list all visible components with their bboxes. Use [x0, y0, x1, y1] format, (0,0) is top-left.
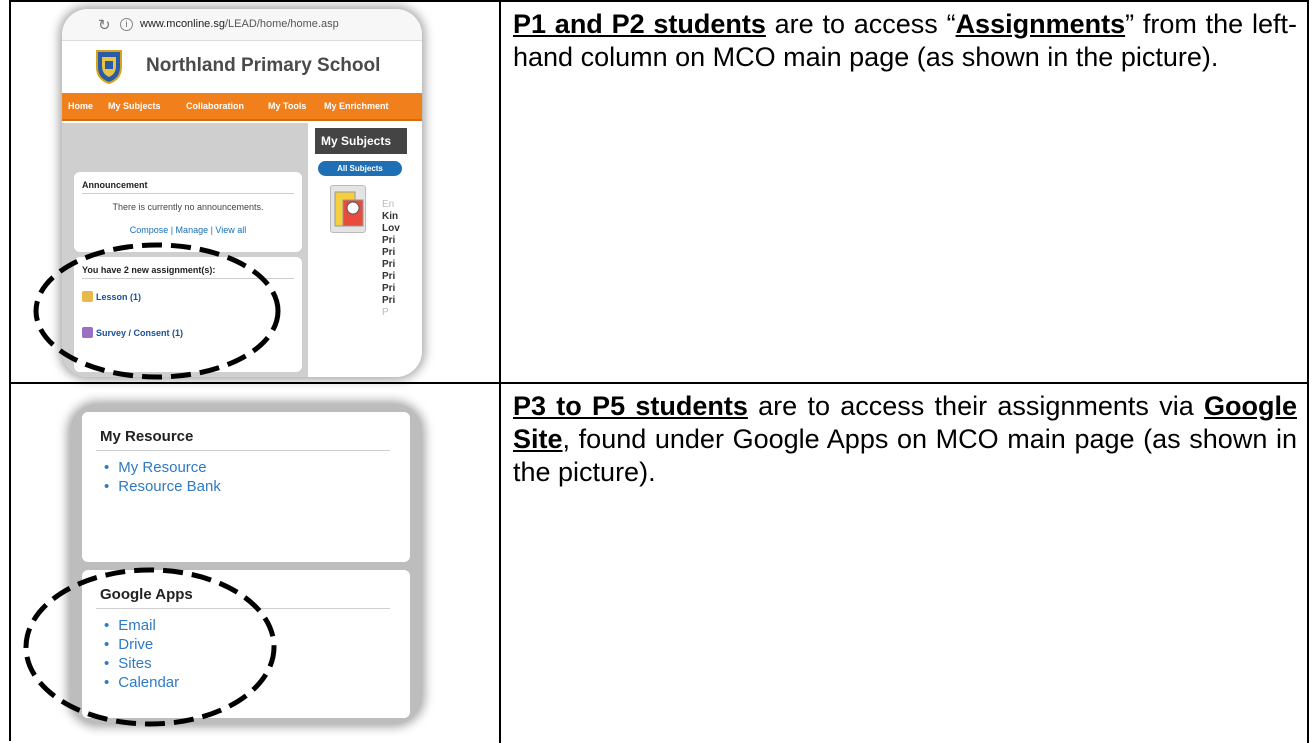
- google-apps-panel: Google Apps Email Drive Sites Calendar: [82, 570, 410, 718]
- subject-line: Pri: [382, 259, 396, 270]
- row2-text-a: are to access their assignments via: [747, 391, 1204, 421]
- google-apps-screenshot: My Resource My Resource Resource Bank Go…: [70, 404, 422, 724]
- google-apps-title: Google Apps: [100, 586, 193, 603]
- assignments-title: You have 2 new assignment(s):: [82, 265, 216, 275]
- my-resource-title: My Resource: [100, 428, 194, 445]
- divider: [96, 608, 390, 609]
- school-header: Northland Primary School: [62, 41, 422, 93]
- nav-my-enrichment[interactable]: My Enrichment: [324, 101, 389, 111]
- nav-my-tools[interactable]: My Tools: [268, 101, 306, 111]
- resource-link-resource-bank[interactable]: Resource Bank: [104, 477, 221, 496]
- app-link-drive[interactable]: Drive: [104, 635, 179, 654]
- announcement-panel: Announcement There is currently no annou…: [74, 172, 302, 252]
- assignment-lesson-label: Lesson (1): [96, 292, 142, 302]
- nav-my-subjects[interactable]: My Subjects: [108, 101, 161, 111]
- subject-line: Lov: [382, 223, 400, 234]
- mco-homepage-screenshot: ↻ i www.mconline.sg/LEAD/home/home.asp N…: [62, 9, 422, 377]
- url-path: /LEAD/home/home.asp: [224, 18, 339, 30]
- nav-collaboration[interactable]: Collaboration: [186, 101, 244, 111]
- reload-icon: ↻: [98, 17, 111, 34]
- row1-text-cell: P1 and P2 students are to access “Assign…: [501, 2, 1309, 384]
- info-icon: i: [120, 18, 133, 31]
- assignment-lesson-link[interactable]: Lesson (1): [82, 291, 141, 302]
- subject-line: Pri: [382, 247, 396, 258]
- row1-bold-term: Assignments: [955, 9, 1126, 39]
- lesson-icon: [82, 291, 93, 302]
- subject-book-icon: [330, 185, 366, 233]
- subject-list: En Kin Lov Pri Pri Pri Pri Pri Pri P: [382, 199, 400, 319]
- all-subjects-button[interactable]: All Subjects: [318, 161, 402, 176]
- app-link-email[interactable]: Email: [104, 616, 179, 635]
- announcement-links[interactable]: Compose | Manage | View all: [74, 225, 302, 235]
- assignment-survey-link[interactable]: Survey / Consent (1): [82, 327, 183, 338]
- announcement-text: There is currently no announcements.: [112, 202, 264, 212]
- resource-link-my-resource[interactable]: My Resource: [104, 458, 221, 477]
- row2-text-b: , found under Google Apps on MCO main pa…: [513, 424, 1297, 487]
- school-name: Northland Primary School: [146, 55, 381, 76]
- subject-line: Kin: [382, 211, 399, 222]
- address-url: www.mconline.sg/LEAD/home/home.asp: [140, 18, 339, 30]
- subject-line: Pri: [382, 283, 396, 294]
- subject-line: Pri: [382, 295, 396, 306]
- survey-icon: [82, 327, 93, 338]
- subject-line: Pri: [382, 271, 396, 282]
- browser-address-bar: ↻ i www.mconline.sg/LEAD/home/home.asp: [62, 9, 422, 41]
- row2-lead: P3 to P5 students: [513, 391, 748, 421]
- row1-text-a: are to access “: [765, 9, 956, 39]
- school-crest-icon: [96, 50, 122, 85]
- my-resource-panel: My Resource My Resource Resource Bank: [82, 412, 410, 562]
- row2-text-cell: P3 to P5 students are to access their as…: [501, 384, 1309, 743]
- divider: [96, 450, 390, 451]
- google-apps-list: Email Drive Sites Calendar: [104, 616, 179, 692]
- divider: [82, 193, 294, 194]
- row1-lead: P1 and P2 students: [513, 9, 766, 39]
- tab-my-subjects[interactable]: My Subjects: [315, 128, 407, 154]
- subject-line: P: [382, 307, 389, 318]
- assignments-panel: You have 2 new assignment(s): Lesson (1)…: [74, 257, 302, 372]
- app-link-sites[interactable]: Sites: [104, 654, 179, 673]
- subject-line: Pri: [382, 235, 396, 246]
- app-link-calendar[interactable]: Calendar: [104, 673, 179, 692]
- row2-instruction: P3 to P5 students are to access their as…: [501, 384, 1307, 489]
- book-icon: [334, 191, 364, 227]
- url-domain: www.mconline.sg: [140, 18, 225, 30]
- divider: [82, 278, 294, 279]
- main-nav-bar: Home My Subjects Collaboration My Tools …: [62, 93, 422, 121]
- subject-line: En: [382, 199, 395, 210]
- assignment-survey-label: Survey / Consent (1): [96, 328, 184, 338]
- nav-home[interactable]: Home: [68, 101, 93, 111]
- row1-instruction: P1 and P2 students are to access “Assign…: [501, 2, 1307, 74]
- resource-list: My Resource Resource Bank: [104, 458, 221, 496]
- announcement-title: Announcement: [82, 180, 148, 190]
